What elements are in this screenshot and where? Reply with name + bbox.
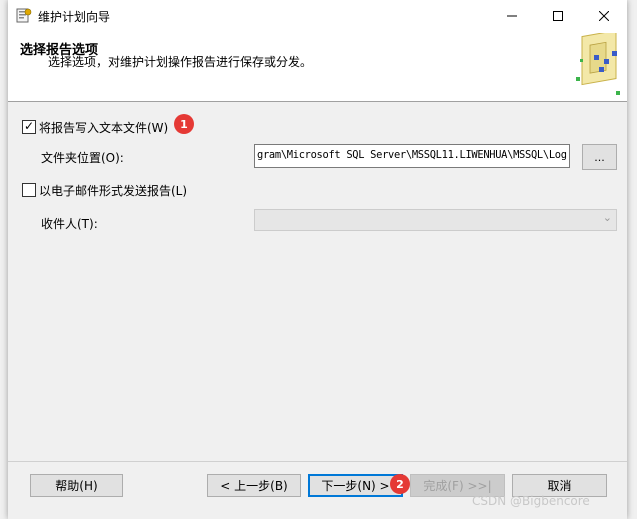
title-bar: 维护计划向导	[8, 0, 627, 31]
recipient-dropdown[interactable]: ⌄	[254, 209, 617, 231]
recipient-label: 收件人(T):	[41, 217, 98, 231]
help-button[interactable]: 帮助(H)	[30, 474, 123, 497]
email-report-checkbox[interactable]	[22, 183, 36, 197]
wizard-window: 维护计划向导 选择报告选项 选择选项，对维护计划操作报告进行保存或分发。 ✓ 将…	[8, 0, 627, 519]
footer-divider	[8, 461, 627, 462]
annotation-badge-2: 2	[390, 474, 410, 494]
wizard-header-illustration	[576, 33, 620, 95]
maximize-icon	[553, 10, 563, 21]
browse-button[interactable]: ...	[582, 144, 617, 170]
wizard-header: 选择报告选项 选择选项，对维护计划操作报告进行保存或分发。	[8, 31, 627, 102]
minimize-button[interactable]	[489, 0, 535, 31]
minimize-icon	[507, 15, 517, 16]
background-app-right	[626, 0, 637, 519]
chevron-down-icon: ⌄	[602, 211, 612, 224]
page-subtitle: 选择选项，对维护计划操作报告进行保存或分发。	[48, 55, 313, 69]
wizard-content: ✓ 将报告写入文本文件(W) 1 文件夹位置(O): gram\Microsof…	[8, 102, 627, 452]
watermark-text: CSDN @Bigbencore	[472, 494, 590, 508]
back-button[interactable]: < 上一步(B)	[207, 474, 301, 497]
maximize-button[interactable]	[535, 0, 581, 31]
close-icon	[599, 10, 609, 21]
wizard-app-icon	[16, 8, 32, 23]
write-text-file-label: 将报告写入文本文件(W)	[39, 121, 169, 135]
write-text-file-checkbox[interactable]: ✓	[22, 119, 36, 134]
next-button[interactable]: 下一步(N) >	[308, 474, 403, 497]
window-title: 维护计划向导	[38, 10, 111, 24]
checkmark-icon: ✓	[24, 119, 35, 133]
email-report-label: 以电子邮件形式发送报告(L)	[39, 184, 188, 198]
close-button[interactable]	[581, 0, 627, 31]
annotation-badge-1: 1	[174, 114, 194, 134]
folder-location-value: gram\Microsoft SQL Server\MSSQL11.LIWENH…	[257, 149, 567, 161]
folder-location-label: 文件夹位置(O):	[41, 151, 124, 165]
folder-location-input[interactable]: gram\Microsoft SQL Server\MSSQL11.LIWENH…	[254, 144, 570, 168]
